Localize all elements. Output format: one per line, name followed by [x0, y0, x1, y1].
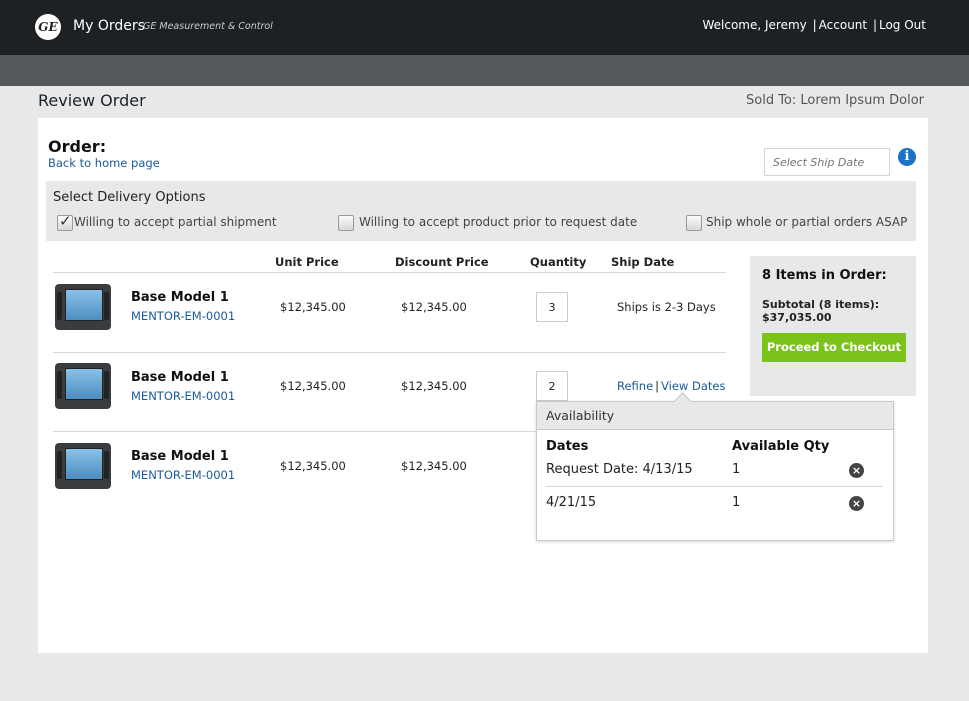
- nav-separator: |: [812, 18, 817, 32]
- partial-shipment-checkbox[interactable]: ✓: [57, 212, 73, 231]
- product-name: Base Model 1: [131, 449, 229, 464]
- partial-shipment-label: Willing to accept partial shipment: [74, 215, 277, 229]
- availability-date: 4/21/15: [546, 495, 597, 510]
- order-summary: 8 Items in Order: Subtotal (8 items): $3…: [750, 256, 916, 396]
- col-ship-date: Ship Date: [611, 255, 675, 269]
- info-icon[interactable]: i: [898, 148, 916, 166]
- nav-separator: |: [872, 18, 877, 32]
- prior-to-request-checkbox[interactable]: [338, 215, 354, 231]
- divider: [53, 352, 726, 353]
- subtotal-text: Subtotal (8 items): $37,035.00: [762, 298, 880, 324]
- ship-asap-label: Ship whole or partial orders ASAP: [706, 215, 908, 229]
- availability-date: Request Date: 4/13/15: [546, 462, 693, 477]
- divider: [53, 272, 726, 273]
- quantity-input[interactable]: [536, 292, 568, 322]
- col-dates: Dates: [546, 439, 589, 454]
- sold-to-text: Sold To: Lorem Ipsum Dolor: [746, 93, 924, 108]
- view-dates-link[interactable]: View Dates: [661, 379, 725, 393]
- discount-price: $12,345.00: [401, 459, 467, 473]
- availability-qty: 1: [732, 462, 741, 477]
- top-nav-bar: GE My Orders GE Measurement & Control We…: [0, 0, 969, 55]
- remove-date-icon[interactable]: ×: [849, 463, 864, 478]
- product-image: [55, 363, 111, 409]
- availability-popover: Availability Dates Available Qty Request…: [536, 392, 894, 541]
- delivery-options: Select Delivery Options ✓ Willing to acc…: [46, 181, 916, 241]
- link-separator: |: [655, 379, 660, 393]
- app-subtitle: GE Measurement & Control: [143, 21, 273, 32]
- product-sku-link[interactable]: MENTOR-EM-0001: [131, 389, 235, 403]
- col-available-qty: Available Qty: [732, 439, 830, 454]
- divider: [546, 486, 883, 487]
- unit-price: $12,345.00: [280, 300, 346, 314]
- account-link[interactable]: Account: [819, 18, 867, 32]
- unit-price: $12,345.00: [280, 459, 346, 473]
- product-sku-link[interactable]: MENTOR-EM-0001: [131, 468, 235, 482]
- secondary-nav-bar: [0, 55, 969, 86]
- ship-asap-checkbox[interactable]: [686, 215, 702, 231]
- refine-link[interactable]: Refine: [617, 379, 653, 393]
- product-name: Base Model 1: [131, 290, 229, 305]
- product-image: [55, 284, 111, 330]
- ge-logo-icon[interactable]: GE: [35, 14, 61, 40]
- summary-title: 8 Items in Order:: [762, 268, 887, 283]
- remove-date-icon[interactable]: ×: [849, 496, 864, 511]
- app-title: My Orders: [73, 18, 145, 34]
- ship-date-input[interactable]: [764, 148, 890, 176]
- availability-qty: 1: [732, 495, 741, 510]
- proceed-to-checkout-button[interactable]: Proceed to Checkout: [762, 333, 906, 362]
- discount-price: $12,345.00: [401, 379, 467, 393]
- checkmark-icon: ✓: [59, 212, 72, 230]
- back-to-home-link[interactable]: Back to home page: [48, 156, 160, 170]
- popover-title: Availability: [546, 408, 615, 423]
- product-name: Base Model 1: [131, 370, 229, 385]
- col-unit-price: Unit Price: [275, 255, 339, 269]
- user-nav: Welcome, Jeremy | Account | Log Out: [702, 18, 926, 32]
- delivery-options-title: Select Delivery Options: [53, 190, 206, 205]
- logout-link[interactable]: Log Out: [879, 18, 926, 32]
- page-title: Review Order: [38, 91, 146, 110]
- col-discount-price: Discount Price: [395, 255, 489, 269]
- ship-date-text: Ships is 2-3 Days: [617, 300, 716, 314]
- product-image: [55, 443, 111, 489]
- unit-price: $12,345.00: [280, 379, 346, 393]
- popover-header: Availability: [537, 402, 893, 430]
- welcome-text: Welcome, Jeremy: [702, 18, 807, 32]
- ship-date-actions: Refine | View Dates: [617, 379, 725, 393]
- product-sku-link[interactable]: MENTOR-EM-0001: [131, 309, 235, 323]
- order-panel: Order: Back to home page i Select Delive…: [38, 118, 928, 653]
- prior-to-request-label: Willing to accept product prior to reque…: [359, 215, 638, 229]
- divider: [53, 431, 537, 432]
- discount-price: $12,345.00: [401, 300, 467, 314]
- order-heading: Order:: [48, 137, 107, 156]
- col-quantity: Quantity: [530, 255, 587, 269]
- quantity-input[interactable]: [536, 371, 568, 401]
